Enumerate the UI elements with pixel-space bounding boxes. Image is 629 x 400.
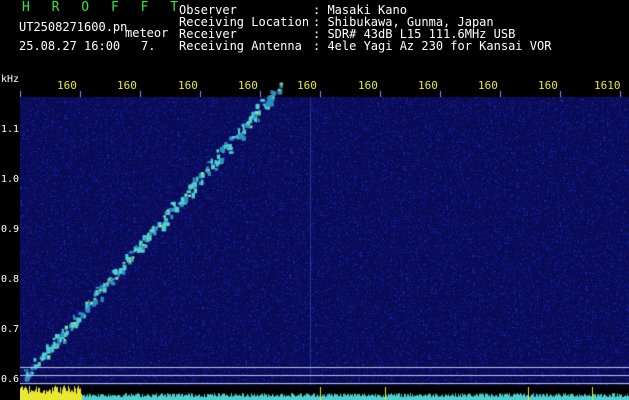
x-tick-label: 160	[358, 79, 378, 92]
waterfall-canvas	[20, 75, 629, 400]
y-tick-label: 0.7	[1, 324, 20, 335]
count-label: 7.	[141, 39, 156, 53]
y-tick-label: 1.1	[1, 124, 20, 135]
y-axis-unit: kHz	[1, 74, 20, 85]
timestamp: 25.08.27 16:00	[19, 39, 121, 53]
x-tick-label: 160	[297, 79, 317, 92]
x-tick-label: 160	[418, 79, 438, 92]
app-title: H R O F F T	[22, 0, 186, 15]
filename: UT2508271600.pn	[19, 20, 128, 34]
y-tick-label: 1.0	[1, 174, 20, 185]
info-value: : 4ele Yagi Az 230 for Kansai VOR	[313, 39, 552, 53]
x-tick-label: 160	[178, 79, 198, 92]
x-tick-label: 160	[478, 79, 498, 92]
y-tick-label: 0.6	[1, 374, 20, 385]
info-key: Receiving Antenna	[179, 39, 302, 53]
y-tick-label: 0.9	[1, 224, 20, 235]
header-panel: H R O F F T UT2508271600.pn meteor 25.08…	[0, 0, 629, 75]
y-tick-label: 0.8	[1, 274, 20, 285]
info-row-antenna: Receiving Antenna : 4ele Yagi Az 230 for…	[179, 40, 551, 52]
x-tick-label: 1610	[594, 79, 621, 92]
x-tick-label: 160	[238, 79, 258, 92]
x-tick-label: 160	[117, 79, 137, 92]
x-tick-label: 160	[57, 79, 77, 92]
x-tick-label: 160	[538, 79, 558, 92]
station-info: Observer : Masaki Kano Receiving Locatio…	[179, 4, 551, 52]
filename-suffix: meteor	[125, 26, 169, 40]
